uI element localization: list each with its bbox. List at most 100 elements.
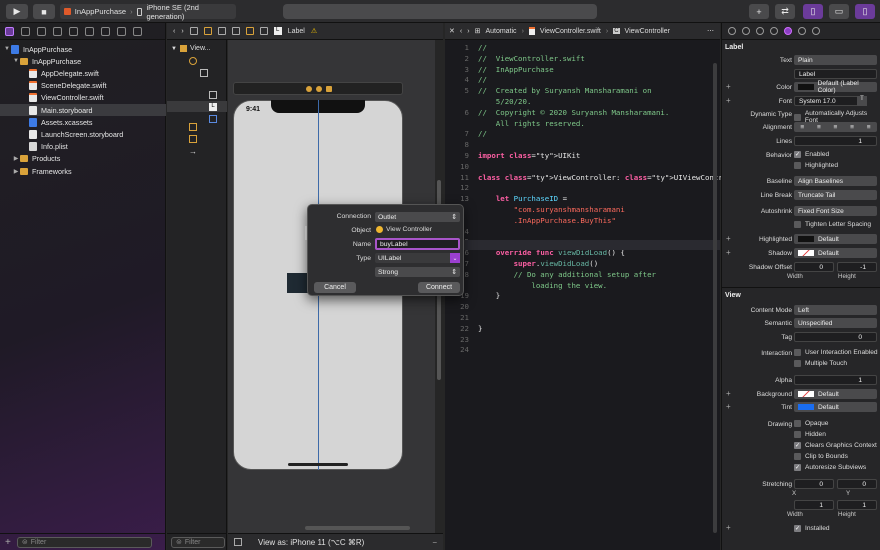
code-line[interactable]: 4 //	[445, 75, 720, 86]
alignment-segmented[interactable]: ≡ ≡ ≡ ≡ ≡	[794, 122, 877, 132]
text-content-field[interactable]: Label	[794, 69, 877, 79]
disclosure-icon[interactable]: ▶	[12, 168, 20, 175]
shadow-plus-icon[interactable]: +	[726, 248, 731, 257]
opaque-checkbox[interactable]: Opaque	[794, 420, 828, 427]
autoshrink-select[interactable]: Fixed Font Size	[794, 206, 877, 216]
exit-dock-icon[interactable]	[326, 86, 332, 92]
report-tab-icon[interactable]	[133, 26, 142, 36]
code-line[interactable]: 1 //	[445, 43, 720, 54]
scheme-selector[interactable]: InAppPurchase › iPhone SE (2nd generatio…	[60, 3, 236, 21]
file-tree-item[interactable]: ViewController.swift	[0, 92, 166, 104]
jump-file[interactable]: ViewController.swift	[540, 28, 601, 35]
folder-icon[interactable]	[203, 27, 212, 35]
file-tree-item[interactable]: Info.plist	[0, 141, 166, 153]
type-combobox[interactable]: UILabel ⌄	[375, 253, 460, 263]
code-line[interactable]: 18 // Do any additional setup after	[445, 270, 720, 281]
file-tree-item[interactable]: Main.storyboard	[0, 104, 166, 116]
file-tree-item[interactable]: ▼ InAppPurchase	[0, 55, 166, 67]
history-inspector-icon[interactable]	[742, 27, 750, 35]
issue-tab-icon[interactable]	[69, 26, 78, 36]
jump-class[interactable]: ViewController	[625, 28, 670, 35]
highlighted-checkbox[interactable]: Highlighted	[794, 162, 838, 169]
jump-mode[interactable]: Automatic	[485, 28, 516, 35]
stretch-x-field[interactable]: 0	[794, 479, 834, 489]
back-icon[interactable]: ‹	[173, 28, 175, 35]
outline-selected-row[interactable]	[167, 101, 227, 112]
installed-plus-icon[interactable]: +	[726, 523, 731, 532]
code-line[interactable]: loading the view.	[445, 281, 720, 292]
tint-select[interactable]: Default	[794, 402, 877, 412]
entry-point-icon[interactable]: →	[189, 147, 197, 156]
disclosure-icon[interactable]: ▼	[3, 46, 11, 52]
code-line[interactable]: 23	[445, 335, 720, 346]
view-icon[interactable]	[200, 69, 208, 77]
safe-area-icon[interactable]	[209, 91, 217, 99]
label-icon[interactable]: L	[209, 103, 217, 111]
add-library-button[interactable]: +	[749, 4, 769, 19]
code-line[interactable]: "com.suryanshmansharamani	[445, 205, 720, 216]
connection-select[interactable]: Outlet ⇕	[375, 212, 460, 222]
stretch-y-field[interactable]: 0	[837, 479, 877, 489]
first-responder-icon[interactable]	[189, 123, 197, 131]
code-line[interactable]: 12	[445, 183, 720, 194]
storyboard-icon[interactable]	[217, 27, 226, 35]
find-tab-icon[interactable]	[53, 26, 62, 36]
code-line[interactable]: 5/20/20.	[445, 97, 720, 108]
canvas-horizontal-scrollbar[interactable]	[305, 526, 410, 530]
highlighted-plus-icon[interactable]: +	[726, 234, 731, 243]
breakpoint-tab-icon[interactable]	[117, 26, 126, 36]
back-icon[interactable]: ‹	[460, 28, 462, 35]
outline-filter-input[interactable]: ⊜ Filter	[171, 536, 225, 548]
navigator-filter-input[interactable]: ⊜ Filter	[16, 536, 152, 548]
file-tree-item[interactable]: Assets.xcassets	[0, 116, 166, 128]
debug-tab-icon[interactable]	[101, 26, 110, 36]
test-tab-icon[interactable]	[85, 26, 94, 36]
semantic-select[interactable]: Unspecified	[794, 318, 877, 328]
align-natural-icon[interactable]: ≡	[867, 124, 871, 131]
forward-icon[interactable]: ›	[467, 28, 469, 35]
lines-field[interactable]: 1	[794, 136, 877, 146]
cancel-button[interactable]: Cancel	[314, 282, 356, 293]
storage-select[interactable]: Strong ⇕	[375, 267, 460, 277]
stretch-height-field[interactable]: 1	[837, 500, 877, 510]
autoresize-checkbox[interactable]: ✓ Autoresize Subviews	[794, 464, 866, 471]
code-line[interactable]: 13 let PurchaseID =	[445, 194, 720, 205]
enabled-checkbox[interactable]: ✓ Enabled	[794, 151, 829, 158]
view-controller-icon[interactable]	[189, 57, 197, 65]
toggle-debug-button[interactable]: ▭	[829, 4, 849, 19]
text-select[interactable]: Plain	[794, 55, 877, 65]
color-plus-icon[interactable]: +	[726, 82, 731, 91]
code-line[interactable]: 24	[445, 345, 720, 356]
user-interaction-checkbox[interactable]: User Interaction Enabled	[794, 349, 878, 356]
code-line[interactable]: All rights reserved.	[445, 119, 720, 130]
disclosure-icon[interactable]: ▼	[12, 58, 20, 64]
folder-tab-icon[interactable]	[5, 26, 14, 36]
code-line[interactable]: 10	[445, 162, 720, 173]
editor-scrollbar[interactable]	[713, 63, 717, 533]
identity-inspector-icon[interactable]	[770, 27, 778, 35]
stop-button[interactable]: ■	[33, 4, 55, 19]
source-control-tab-icon[interactable]	[21, 26, 30, 36]
symbol-tab-icon[interactable]	[37, 26, 46, 36]
clip-bounds-checkbox[interactable]: Clip to Bounds	[794, 453, 848, 460]
controller-dock-icon[interactable]	[306, 86, 312, 92]
align-left-icon[interactable]: ≡	[800, 124, 804, 131]
help-inspector-icon[interactable]	[756, 27, 764, 35]
code-line[interactable]: 11 class class="ty">ViewController: class…	[445, 173, 754, 184]
content-mode-select[interactable]: Left	[794, 305, 877, 315]
file-tree-item[interactable]: AppDelegate.swift	[0, 67, 166, 79]
line-break-select[interactable]: Truncate Tail	[794, 190, 877, 200]
font-plus-icon[interactable]: +	[726, 96, 731, 105]
highlighted-color-select[interactable]: Default	[794, 234, 877, 244]
button-icon[interactable]	[209, 115, 217, 123]
code-area[interactable]: 1 // 2 // ViewController.swift 3 // InAppPurc…	[445, 43, 754, 356]
shadow-height-field[interactable]: -1	[837, 262, 877, 272]
code-line[interactable]: 2 // ViewController.swift	[445, 54, 720, 65]
installed-checkbox[interactable]: ✓ Installed	[794, 525, 830, 532]
align-center-icon[interactable]: ≡	[817, 124, 821, 131]
code-line[interactable]: 6 // Copyright © 2020 Suryansh Mansharama…	[445, 108, 720, 119]
code-line[interactable]: 21	[445, 313, 720, 324]
file-tree-item[interactable]: ▶ Frameworks	[0, 165, 166, 177]
code-line[interactable]: 17 super.viewDidLoad()	[445, 259, 720, 270]
font-field[interactable]: System 17.0	[794, 96, 864, 106]
